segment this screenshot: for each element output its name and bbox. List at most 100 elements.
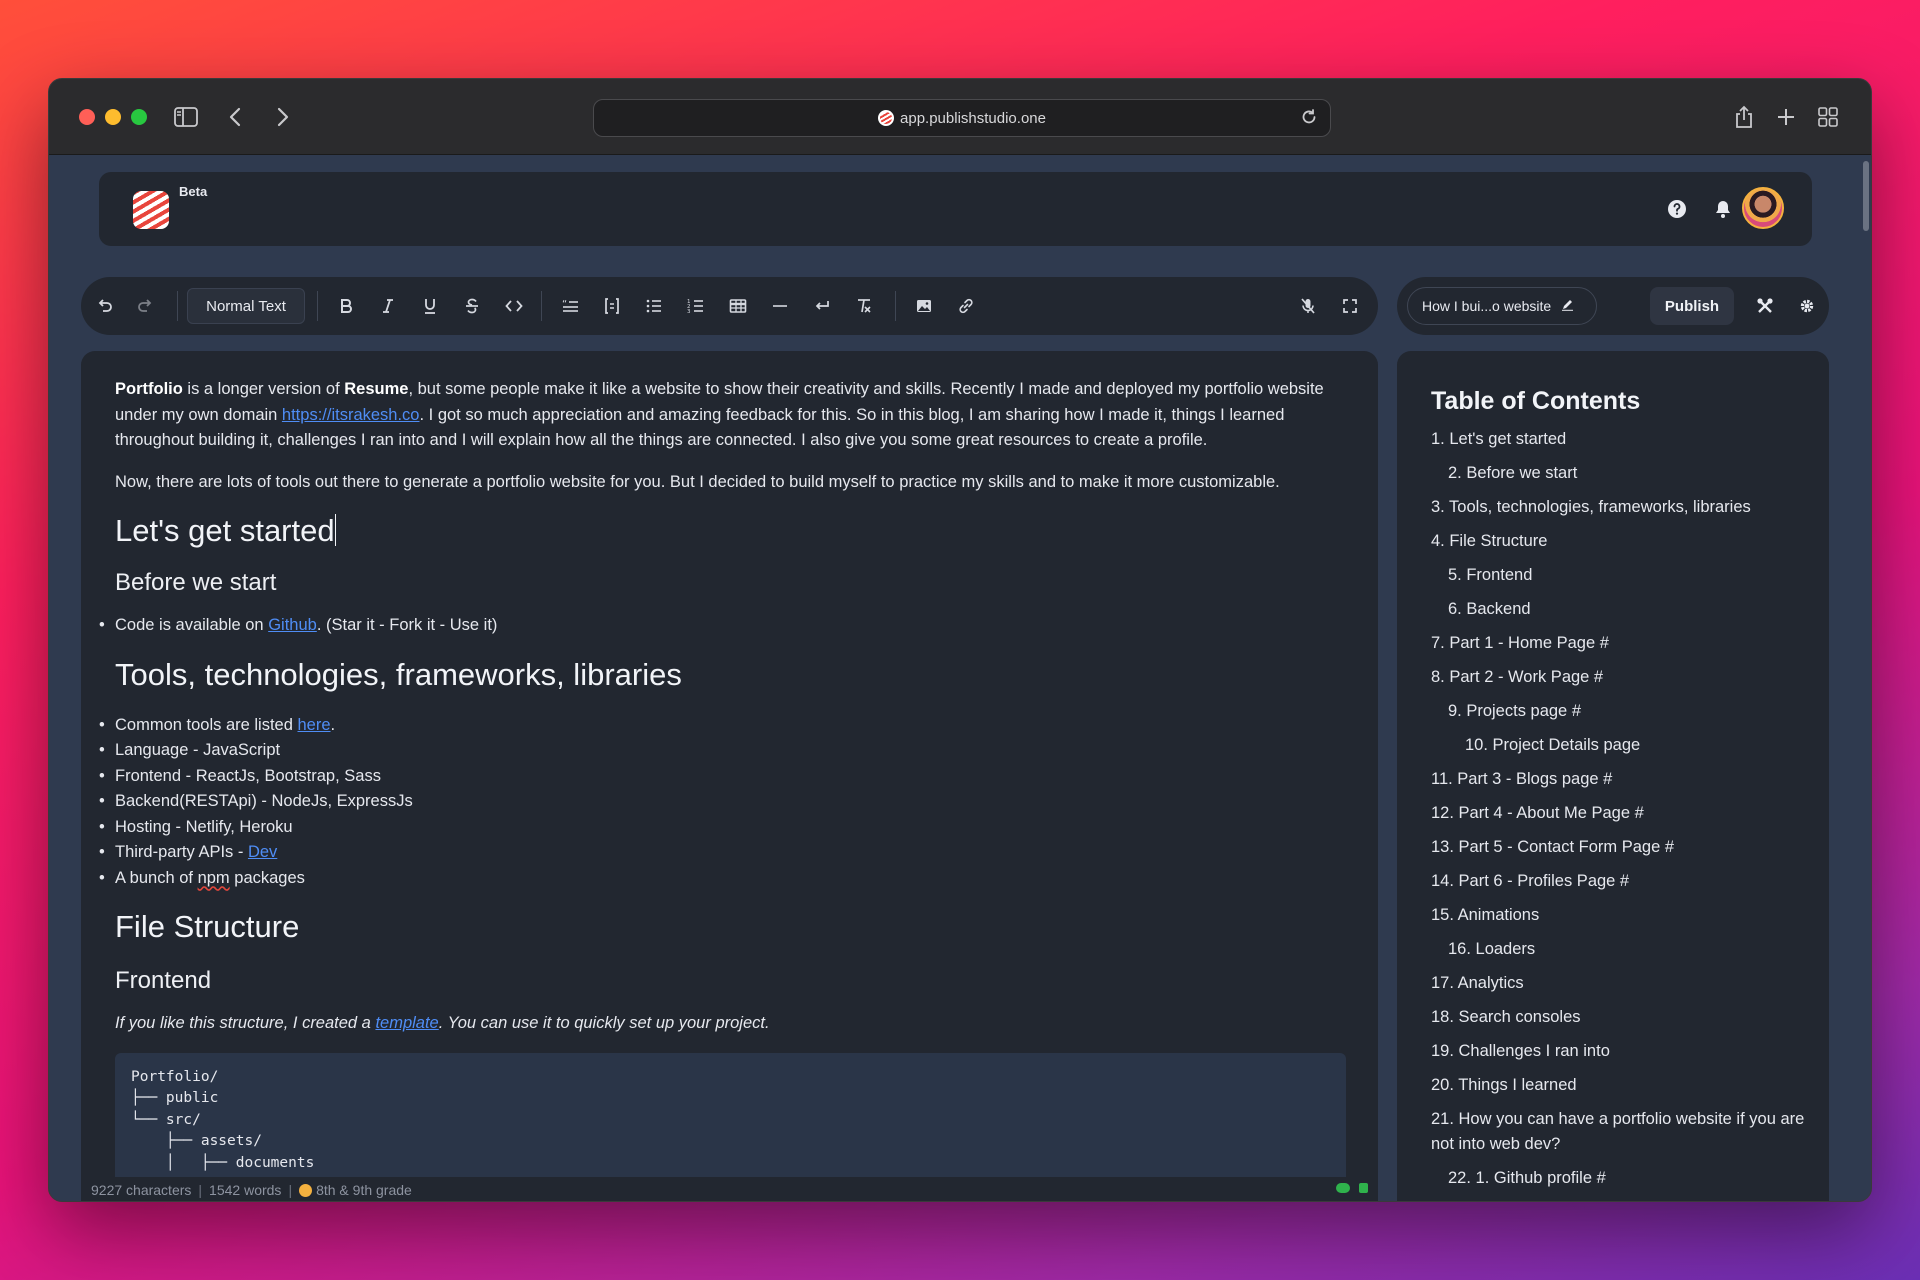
code-block-icon[interactable] [597, 291, 627, 321]
toc-item[interactable]: 2. Before we start [1431, 461, 1811, 486]
toc-item[interactable]: 17. Analytics [1431, 971, 1811, 996]
clear-format-icon[interactable] [849, 291, 879, 321]
horizontal-rule-icon[interactable] [765, 291, 795, 321]
tools-icon[interactable] [1750, 291, 1780, 321]
toolbar-divider [177, 291, 178, 321]
code-block[interactable]: Portfolio/ ├── public └── src/ ├── asset… [115, 1052, 1346, 1183]
template-link[interactable]: template [375, 1014, 438, 1032]
address-bar-url: app.publishstudio.one [900, 109, 1046, 127]
insert-link-icon[interactable] [951, 291, 981, 321]
frontend-note: If you like this structure, I created a … [115, 1011, 1345, 1037]
intro-text-1: is a longer version of [182, 380, 345, 398]
unlock-icon[interactable] [1359, 1183, 1368, 1193]
blockquote-icon[interactable]: “ [555, 291, 585, 321]
mic-off-icon[interactable] [1293, 291, 1323, 321]
toc-item[interactable]: 13. Part 5 - Contact Form Page # [1431, 835, 1811, 860]
line-break-icon[interactable] [807, 291, 837, 321]
toc-item[interactable]: 16. Loaders [1431, 937, 1811, 962]
toc-item[interactable]: 1. Let's get started [1431, 427, 1811, 452]
editor-status-bar: 9227 characters | 1542 words | 8th & 9th… [81, 1177, 1378, 1201]
redo-icon[interactable] [131, 291, 161, 321]
forward-chevron-right-icon[interactable] [271, 99, 295, 135]
heading-file-structure: File Structure [115, 909, 300, 944]
domain-link[interactable]: https://itsrakesh.co [282, 406, 420, 424]
toc-item[interactable]: 8. Part 2 - Work Page # [1431, 665, 1811, 690]
toolbar-divider [317, 291, 318, 321]
bullet-list-icon[interactable] [639, 291, 669, 321]
toc-item[interactable]: 20. Things I learned [1431, 1073, 1811, 1098]
zoom-window-button[interactable] [131, 109, 147, 125]
back-chevron-left-icon[interactable] [223, 99, 247, 135]
misspelled-word[interactable]: npm [198, 869, 230, 887]
toolbar-divider [895, 291, 896, 321]
app-header: Beta [99, 172, 1812, 246]
github-link[interactable]: Github [268, 616, 317, 634]
svg-text:3: 3 [687, 309, 691, 315]
toc-item[interactable]: 22. 1. Github profile # [1431, 1166, 1811, 1191]
minimize-window-button[interactable] [105, 109, 121, 125]
bold-icon[interactable] [331, 291, 361, 321]
publish-button[interactable]: Publish [1650, 287, 1734, 325]
sidebar-icon[interactable] [171, 99, 201, 135]
new-tab-plus-icon[interactable] [1771, 99, 1801, 135]
notifications-bell-icon[interactable] [1712, 198, 1734, 220]
toc-item[interactable]: 12. Part 4 - About Me Page # [1431, 801, 1811, 826]
status-divider: | [198, 1182, 203, 1198]
user-avatar[interactable] [1742, 187, 1784, 229]
beta-badge: Beta [179, 184, 208, 199]
table-icon[interactable] [723, 291, 753, 321]
page-scrollbar[interactable] [1863, 161, 1869, 231]
edit-pencil-icon[interactable] [1561, 298, 1574, 314]
toc-item[interactable]: 3. Tools, technologies, frameworks, libr… [1431, 495, 1811, 520]
list-item: Backend(RESTApi) - NodeJs, ExpressJs [99, 789, 1345, 815]
underline-icon[interactable] [415, 291, 445, 321]
list-item-text: Code is available on [115, 616, 269, 634]
share-icon[interactable] [1729, 99, 1759, 135]
dev-link[interactable]: Dev [248, 843, 277, 861]
numbered-list-icon[interactable]: 123 [681, 291, 711, 321]
here-link[interactable]: here [298, 716, 331, 734]
toc-item[interactable]: 14. Part 6 - Profiles Page # [1431, 869, 1811, 894]
editor-panel[interactable]: Portfolio is a longer version of Resume,… [81, 351, 1378, 1201]
settings-gear-icon[interactable] [1792, 291, 1822, 321]
tools-list: Common tools are listed here. Language -… [99, 713, 1345, 892]
undo-icon[interactable] [89, 291, 119, 321]
list-item-text: A bunch of [115, 868, 198, 887]
toc-item[interactable]: 9. Projects page # [1431, 699, 1811, 724]
toc-item[interactable]: 4. File Structure [1431, 529, 1811, 554]
browser-window: app.publishstudio.one Beta Normal Text “… [48, 78, 1872, 1202]
toc-item[interactable]: 18. Search consoles [1431, 1005, 1811, 1030]
heading-tools: Tools, technologies, frameworks, librari… [115, 656, 682, 692]
list-item: A bunch of npm packages [99, 866, 1345, 892]
address-bar[interactable]: app.publishstudio.one [593, 99, 1331, 137]
toc-item[interactable]: 19. Challenges I ran into [1431, 1039, 1811, 1064]
italic-icon[interactable] [373, 291, 403, 321]
document-title: How I bui...o website [1422, 298, 1552, 314]
close-window-button[interactable] [79, 109, 95, 125]
document-title-field[interactable]: How I bui...o website [1407, 287, 1597, 325]
cloud-synced-icon [1336, 1183, 1350, 1193]
text-style-select[interactable]: Normal Text [187, 288, 305, 324]
toc-item[interactable]: 15. Animations [1431, 903, 1811, 928]
editor-content[interactable]: Portfolio is a longer version of Resume,… [99, 377, 1346, 1183]
tab-overview-grid-icon[interactable] [1813, 99, 1843, 135]
word-count: 1542 words [209, 1182, 282, 1198]
toc-item[interactable]: 6. Backend [1431, 597, 1811, 622]
heading-before-we-start: Before we start [115, 569, 277, 596]
publishstudio-logo-icon[interactable] [133, 191, 169, 229]
toc-item[interactable]: 11. Part 3 - Blogs page # [1431, 767, 1811, 792]
toc-item[interactable]: 21. How you can have a portfolio website… [1431, 1107, 1811, 1157]
intro-paragraph: Portfolio is a longer version of Resume,… [115, 377, 1345, 454]
toc-item[interactable]: 10. Project Details page [1431, 733, 1811, 758]
fullscreen-icon[interactable] [1335, 291, 1365, 321]
list-item: Language - JavaScript [99, 738, 1345, 764]
browser-titlebar: app.publishstudio.one [49, 79, 1871, 155]
help-icon[interactable] [1666, 198, 1688, 220]
toc-item[interactable]: 7. Part 1 - Home Page # [1431, 631, 1811, 656]
inline-code-icon[interactable] [499, 291, 529, 321]
list-item: Hosting - Netlify, Heroku [99, 815, 1345, 841]
strikethrough-icon[interactable] [457, 291, 487, 321]
insert-image-icon[interactable] [909, 291, 939, 321]
reload-icon[interactable] [1300, 108, 1318, 130]
toc-item[interactable]: 5. Frontend [1431, 563, 1811, 588]
